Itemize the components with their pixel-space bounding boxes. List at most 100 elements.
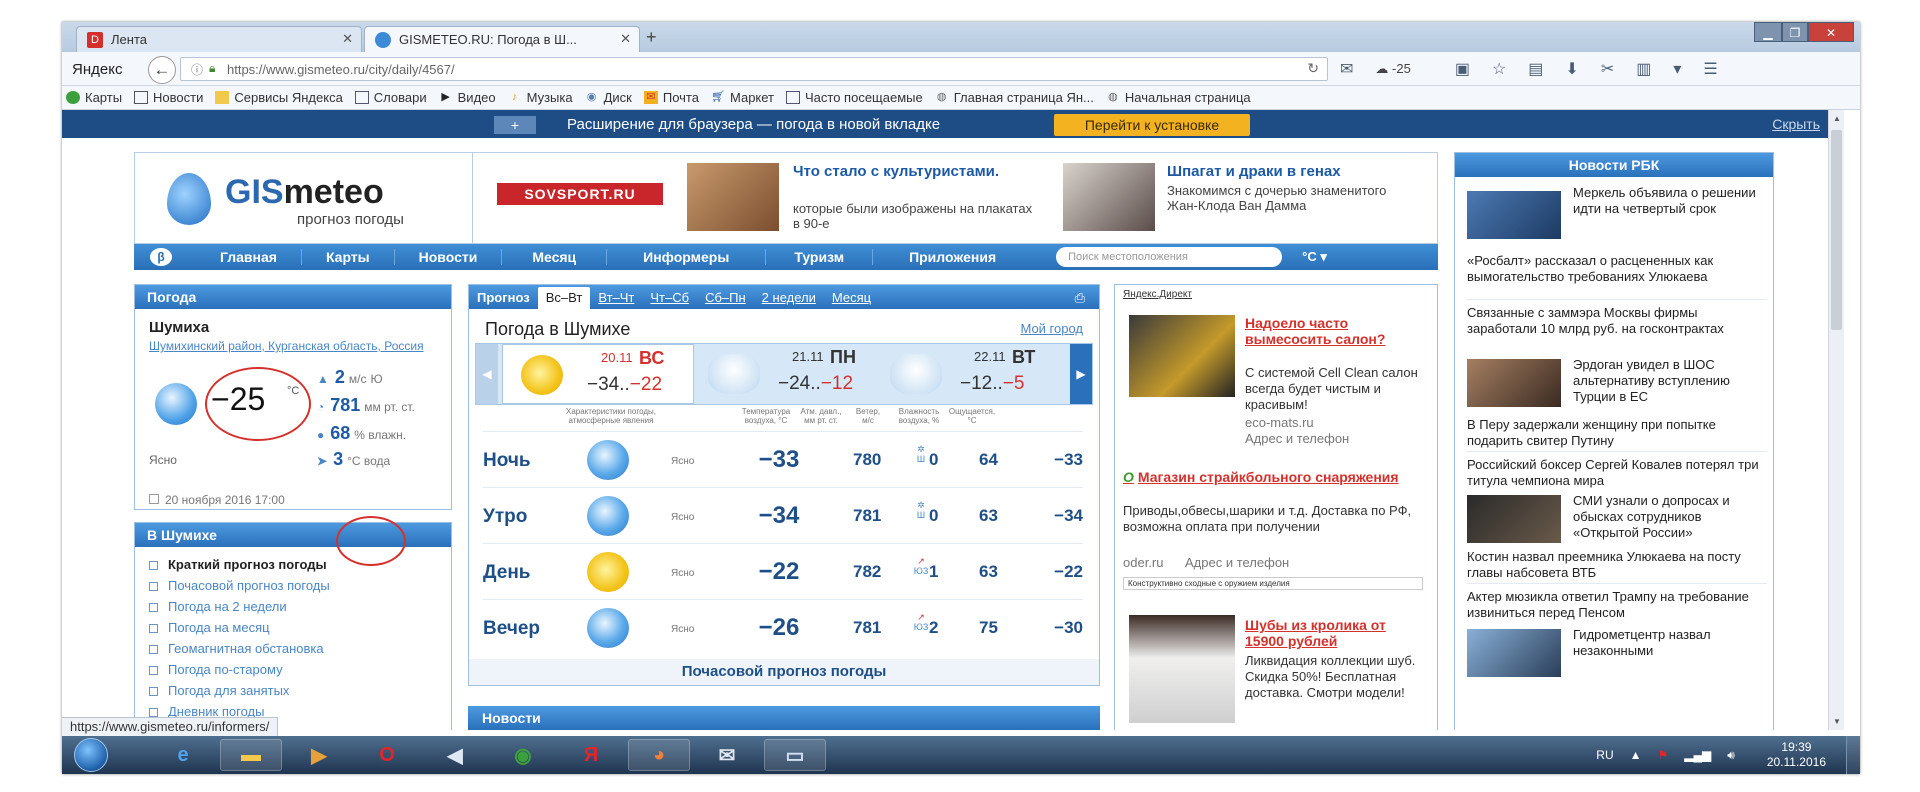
bookmark-news[interactable]: Новости bbox=[134, 90, 203, 105]
link-busy[interactable]: Погода для занятых bbox=[149, 683, 289, 698]
day-card[interactable]: 22.11 ВТ −12..−5 bbox=[876, 344, 1068, 404]
install-button[interactable]: Перейти к установке bbox=[1054, 114, 1250, 136]
scroll-up-icon[interactable]: ▲ bbox=[1833, 114, 1841, 123]
opera-icon[interactable]: O bbox=[356, 739, 418, 771]
screenshot-icon[interactable]: ▣ bbox=[1455, 59, 1470, 79]
day-card[interactable]: 21.11 ПН −24..−12 bbox=[694, 344, 886, 404]
logo[interactable]: GISmeteo прогноз погоды bbox=[135, 153, 473, 243]
info-icon[interactable]: ⓘ bbox=[191, 61, 203, 78]
back-button[interactable]: ← bbox=[148, 56, 176, 84]
menu-item-informers[interactable]: Информеры bbox=[607, 249, 767, 265]
close-window-button[interactable]: ✕ bbox=[1808, 22, 1854, 42]
bookmark-disk[interactable]: ◉ Диск bbox=[585, 90, 632, 105]
menu-item-news[interactable]: Новости bbox=[395, 249, 503, 265]
ad-domain[interactable]: eco-mats.ru bbox=[1245, 415, 1314, 430]
direct-label[interactable]: Яндекс.Директ bbox=[1123, 289, 1192, 300]
start-button[interactable] bbox=[74, 738, 108, 772]
bookmark-mail[interactable]: ✉ Почта bbox=[643, 90, 699, 105]
news-item[interactable]: Эрдоган увидел в ШОС альтернативу вступл… bbox=[1467, 357, 1767, 405]
news-item[interactable]: СМИ узнали о допросах и обысках сотрудни… bbox=[1467, 493, 1767, 541]
dancer-image[interactable] bbox=[1063, 163, 1155, 231]
speaker-app-icon[interactable]: ◀ bbox=[424, 739, 486, 771]
ad-contacts[interactable]: Адрес и телефон bbox=[1245, 431, 1349, 446]
bookmark-music[interactable]: ♪ Музыка bbox=[508, 90, 573, 105]
ad-title[interactable]: Надоело часто вымесосить салон? bbox=[1245, 315, 1415, 347]
dropdown-icon[interactable]: ▾ bbox=[1673, 59, 1681, 79]
tab-thu-sat[interactable]: Чт–Сб bbox=[642, 287, 697, 309]
address-bar[interactable]: ⓘ 🔒︎ https://www.gismeteo.ru/city/daily/… bbox=[180, 57, 1328, 81]
new-tab-button[interactable]: + bbox=[646, 27, 657, 48]
news-item[interactable]: В Перу задержали женщину при попытке под… bbox=[1467, 417, 1767, 449]
download-icon[interactable]: ⬇ bbox=[1565, 59, 1578, 79]
ad-contacts[interactable]: Адрес и телефон bbox=[1185, 555, 1289, 570]
star-icon[interactable]: ☆ bbox=[1492, 59, 1506, 79]
weather-widget[interactable]: ☁ -25 bbox=[1375, 61, 1432, 77]
media-icon[interactable]: ▶ bbox=[288, 739, 350, 771]
menu-icon[interactable]: ☰ bbox=[1703, 59, 1717, 79]
menu-item-maps[interactable]: Карты bbox=[302, 249, 395, 265]
reload-icon[interactable]: ↻ bbox=[1307, 60, 1319, 77]
prev-arrow-icon[interactable]: ◀ bbox=[476, 344, 498, 404]
region-link[interactable]: Шумихинский район, Курганская область, Р… bbox=[149, 339, 439, 353]
link-short-forecast[interactable]: Краткий прогноз погоды bbox=[149, 557, 327, 572]
link-old-style[interactable]: Погода по-старому bbox=[149, 662, 283, 677]
news-item[interactable]: «Росбалт» рассказал о расцененных как вы… bbox=[1467, 253, 1767, 285]
bookmark-yandex-home[interactable]: ◍ Главная страница Ян... bbox=[935, 90, 1094, 105]
tab-lenta[interactable]: D Лента ✕ bbox=[76, 26, 362, 52]
link-two-weeks[interactable]: Погода на 2 недели bbox=[149, 599, 287, 614]
tab-month[interactable]: Месяц bbox=[824, 287, 879, 309]
ad-title[interactable]: Шпагат и драки в генах bbox=[1167, 163, 1407, 180]
fur-coat-image[interactable] bbox=[1129, 615, 1235, 723]
network-icon[interactable]: ▂▄▆ bbox=[1684, 748, 1711, 762]
tray-expand-icon[interactable]: ▲ bbox=[1630, 748, 1642, 762]
menu-item-home[interactable]: Главная bbox=[196, 249, 302, 265]
hourly-forecast-link[interactable]: Почасовой прогноз погоды bbox=[469, 659, 1099, 685]
print-icon[interactable]: ⎙ bbox=[1075, 287, 1085, 309]
news-item[interactable]: Костин назвал преемника Улюкаева на пост… bbox=[1467, 549, 1767, 581]
ie-icon[interactable]: e bbox=[152, 739, 214, 771]
scroll-down-icon[interactable]: ▼ bbox=[1833, 717, 1841, 726]
ad-title[interactable]: O Магазин страйкбольного снаряжения bbox=[1123, 469, 1423, 485]
news-item[interactable]: Гидрометцентр назвал незаконными bbox=[1467, 627, 1767, 659]
news-item[interactable]: Российский боксер Сергей Ковалев потерял… bbox=[1467, 457, 1767, 489]
car-mat-image[interactable] bbox=[1129, 315, 1235, 397]
tab-gismeteo[interactable]: GISMETEO.RU: Погода в Ш... ✕ bbox=[364, 26, 640, 52]
news-item[interactable]: Меркель объявила о решении идти на четве… bbox=[1467, 185, 1767, 217]
window-switcher-icon[interactable]: ▭ bbox=[764, 739, 826, 771]
my-city-link[interactable]: Мой город bbox=[1020, 321, 1083, 336]
menu-item-apps[interactable]: Приложения bbox=[873, 249, 1032, 265]
menu-item-month[interactable]: Месяц bbox=[502, 249, 608, 265]
yandex-browser-icon[interactable]: Я bbox=[560, 739, 622, 771]
clipboard-icon[interactable]: ▥ bbox=[1636, 59, 1651, 79]
extension-icon[interactable]: ✂ bbox=[1601, 59, 1614, 79]
firefox-icon[interactable]: ◕ bbox=[628, 739, 690, 771]
sovsport-logo[interactable]: SOVSPORT.RU bbox=[497, 183, 663, 205]
minimize-button[interactable]: ▁ bbox=[1754, 22, 1782, 42]
explorer-icon[interactable]: ▬ bbox=[220, 739, 282, 771]
menu-item-tourism[interactable]: Туризм bbox=[766, 249, 874, 265]
chrome-icon[interactable]: ◉ bbox=[492, 739, 554, 771]
maximize-button[interactable]: ❐ bbox=[1782, 22, 1808, 42]
link-month[interactable]: Погода на месяц bbox=[149, 620, 270, 635]
mail-app-icon[interactable]: ✉ bbox=[696, 739, 758, 771]
day-card[interactable]: 20.11 ВС −34..−22 bbox=[502, 344, 694, 404]
bookmark-start-page[interactable]: ◍ Начальная страница bbox=[1106, 90, 1251, 105]
bookmark-market[interactable]: 🛒︎ Маркет bbox=[711, 90, 774, 105]
link-geomagnetic[interactable]: Геомагнитная обстановка bbox=[149, 641, 324, 656]
hide-link[interactable]: Скрыть bbox=[1772, 116, 1820, 132]
bodybuilder-image[interactable] bbox=[687, 163, 779, 231]
volume-icon[interactable]: 🔊︎ bbox=[1727, 748, 1735, 763]
scroll-thumb[interactable] bbox=[1831, 130, 1842, 330]
tab-forecast[interactable]: Прогноз bbox=[469, 287, 538, 309]
beta-icon[interactable]: β bbox=[150, 248, 172, 266]
close-tab-icon[interactable]: ✕ bbox=[342, 31, 353, 47]
url-text[interactable]: https://www.gismeteo.ru/city/daily/4567/ bbox=[227, 62, 455, 77]
tab-tue-thu[interactable]: Вт–Чт bbox=[590, 287, 642, 309]
tab-sat-mon[interactable]: Сб–Пн bbox=[697, 287, 754, 309]
unit-selector[interactable]: °C ▾ bbox=[1302, 249, 1327, 265]
news-item[interactable]: Актер мюзикла ответил Трампу на требован… bbox=[1467, 589, 1767, 621]
ad-title[interactable]: Что стало с культуристами. bbox=[793, 163, 1003, 180]
ad-title[interactable]: Шубы из кролика от 15900 рублей bbox=[1245, 617, 1425, 649]
close-tab-icon[interactable]: ✕ bbox=[620, 31, 631, 47]
bookmark-maps[interactable]: Карты bbox=[66, 90, 122, 105]
